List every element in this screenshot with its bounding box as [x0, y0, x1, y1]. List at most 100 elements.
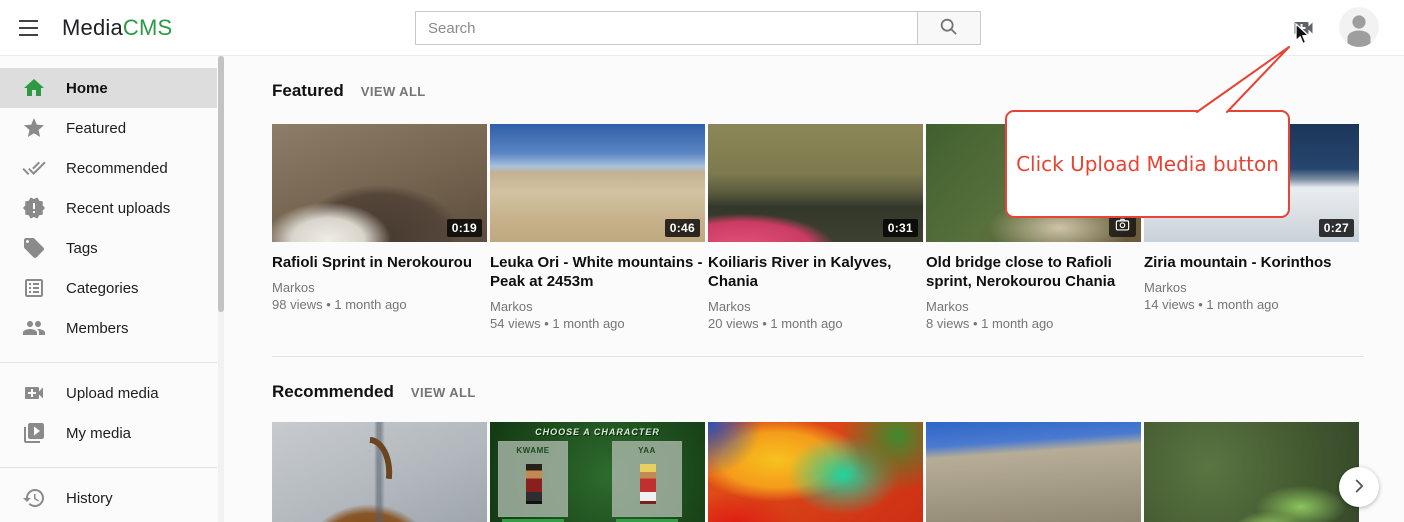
scrollbar-thumb[interactable]	[218, 56, 224, 312]
sidebar-item-label: Upload media	[66, 385, 159, 402]
recommended-videos-row: CHOOSE A CHARACTER KWAME YAA Selected Se…	[272, 422, 1359, 522]
sidebar-item-upload-media[interactable]: Upload media	[0, 373, 217, 413]
sidebar-item-history[interactable]: History	[0, 478, 217, 518]
sidebar-item-label: Recent uploads	[66, 200, 170, 217]
sidebar-item-members[interactable]: Members	[0, 308, 217, 348]
sidebar-item-label: Featured	[66, 120, 126, 137]
upload-media-button[interactable]	[1289, 16, 1317, 40]
video-thumbnail[interactable]	[926, 422, 1141, 522]
video-card	[272, 422, 487, 522]
sidebar-scrollbar[interactable]	[218, 56, 224, 522]
double-check-icon	[22, 156, 46, 180]
video-title[interactable]: Koiliaris River in Kalyves, Chania	[708, 253, 923, 291]
search-button[interactable]	[917, 11, 981, 45]
recommended-section-header: Recommended VIEW ALL	[272, 382, 476, 402]
sidebar-divider	[0, 467, 217, 468]
game-thumb-heading: CHOOSE A CHARACTER	[490, 427, 705, 437]
video-author[interactable]: Markos	[1144, 279, 1359, 296]
video-title[interactable]: Rafioli Sprint in Nerokourou	[272, 253, 487, 272]
sidebar-item-home[interactable]: Home	[0, 68, 217, 108]
new-releases-icon	[22, 196, 46, 220]
sidebar-item-my-media[interactable]: My media	[0, 413, 217, 453]
camera-icon	[1115, 218, 1130, 236]
duration-badge: 0:31	[883, 219, 918, 237]
sidebar-item-categories[interactable]: Categories	[0, 268, 217, 308]
video-thumbnail[interactable]: CHOOSE A CHARACTER KWAME YAA Selected Se…	[490, 422, 705, 522]
section-title: Featured	[272, 81, 344, 101]
video-card	[1144, 422, 1359, 522]
categories-icon	[22, 276, 46, 300]
upload-media-icon	[22, 381, 46, 405]
game-character-panel: KWAME	[498, 441, 568, 517]
sidebar-item-tags[interactable]: Tags	[0, 228, 217, 268]
video-meta: 20 views • 1 month ago	[708, 315, 923, 333]
video-card	[708, 422, 923, 522]
video-thumbnail[interactable]	[272, 422, 487, 522]
video-title[interactable]: Old bridge close to Rafioli sprint, Nero…	[926, 253, 1141, 291]
people-icon	[22, 316, 46, 340]
featured-view-all-link[interactable]: VIEW ALL	[361, 84, 426, 99]
video-thumbnail[interactable]: 0:31	[708, 124, 923, 242]
home-icon	[22, 76, 46, 100]
logo-cms-text: CMS	[123, 15, 173, 40]
sidebar-nav: Home Featured Recommended Recent uploads…	[0, 56, 226, 522]
sidebar-item-recommended[interactable]: Recommended	[0, 148, 217, 188]
video-author[interactable]: Markos	[490, 298, 705, 315]
sidebar-item-label: Members	[66, 320, 129, 337]
sidebar-divider	[0, 362, 217, 363]
duration-badge: 0:19	[447, 219, 482, 237]
video-title[interactable]: Ziria mountain - Korinthos	[1144, 253, 1359, 272]
sidebar-item-label: My media	[66, 425, 131, 442]
sidebar-item-featured[interactable]: Featured	[0, 108, 217, 148]
sidebar-item-label: Tags	[66, 240, 98, 257]
user-avatar[interactable]	[1339, 7, 1379, 47]
carousel-next-button[interactable]	[1339, 467, 1379, 507]
video-card: 0:19 Rafioli Sprint in Nerokourou Markos…	[272, 124, 487, 333]
history-icon	[22, 486, 46, 510]
pumpkin-stem-art	[366, 437, 396, 479]
upload-media-icon	[1290, 28, 1317, 43]
section-title: Recommended	[272, 382, 394, 402]
section-divider	[272, 356, 1364, 357]
duration-badge: 0:46	[665, 219, 700, 237]
camera-badge	[1109, 216, 1136, 237]
sidebar-item-label: Home	[66, 80, 108, 97]
featured-section-header: Featured VIEW ALL	[272, 81, 426, 101]
video-thumbnail[interactable]	[708, 422, 923, 522]
video-card: 0:46 Leuka Ori - White mountains - Peak …	[490, 124, 705, 333]
video-title[interactable]: Leuka Ori - White mountains - Peak at 24…	[490, 253, 705, 291]
person-icon	[1339, 34, 1379, 47]
search-input[interactable]	[415, 11, 917, 45]
video-thumbnail[interactable]: 0:46	[490, 124, 705, 242]
chevron-right-icon	[1348, 475, 1370, 500]
video-meta: 54 views • 1 month ago	[490, 315, 705, 333]
logo-media-text: Media	[62, 15, 123, 40]
game-character-sprite	[526, 464, 542, 504]
video-thumbnail[interactable]: 0:19	[272, 124, 487, 242]
video-author[interactable]: Markos	[708, 298, 923, 315]
video-card	[926, 422, 1141, 522]
video-meta: 14 views • 1 month ago	[1144, 296, 1359, 314]
annotation-callout: Click Upload Media button	[1005, 110, 1290, 218]
search-bar	[415, 11, 981, 45]
video-thumbnail[interactable]	[1144, 422, 1359, 522]
video-author[interactable]: Markos	[926, 298, 1141, 315]
game-character-panel: YAA	[612, 441, 682, 517]
recommended-view-all-link[interactable]: VIEW ALL	[411, 385, 476, 400]
video-author[interactable]: Markos	[272, 279, 487, 296]
tag-icon	[22, 236, 46, 260]
video-library-icon	[22, 421, 46, 445]
site-logo[interactable]: MediaCMS	[62, 0, 172, 56]
sidebar-item-recent-uploads[interactable]: Recent uploads	[0, 188, 217, 228]
search-icon	[938, 16, 960, 41]
video-meta: 8 views • 1 month ago	[926, 315, 1141, 333]
sidebar-item-label: Categories	[66, 280, 139, 297]
video-meta: 98 views • 1 month ago	[272, 296, 487, 314]
top-header: MediaCMS	[0, 0, 1404, 56]
star-icon	[22, 116, 46, 140]
hamburger-icon	[19, 20, 38, 22]
hamburger-menu-button[interactable]	[13, 13, 43, 43]
game-character-name: YAA	[613, 446, 681, 455]
duration-badge: 0:27	[1319, 219, 1354, 237]
game-character-name: KWAME	[499, 446, 567, 455]
